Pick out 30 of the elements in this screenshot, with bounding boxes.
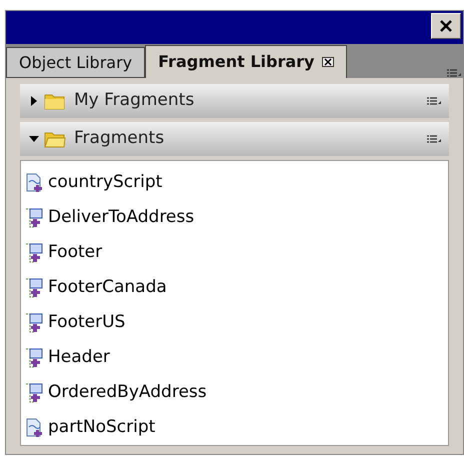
folder-icon <box>44 130 66 148</box>
fragment-icon <box>25 312 45 332</box>
section-title: Fragments <box>74 127 164 150</box>
section-header[interactable]: Fragments <box>20 122 449 156</box>
list-item[interactable]: DeliverToAddress <box>25 200 444 235</box>
menu-icon[interactable] <box>447 69 461 77</box>
script-icon <box>25 172 45 192</box>
list-item[interactable]: Footer <box>25 235 444 270</box>
close-icon <box>440 20 452 32</box>
menu-icon[interactable] <box>427 135 441 143</box>
fragment-icon <box>25 278 45 298</box>
list-item[interactable]: FooterUS <box>25 305 444 340</box>
list-item[interactable]: countryScript <box>25 165 444 200</box>
close-button[interactable] <box>431 13 461 39</box>
fragment-icon <box>25 348 45 368</box>
menu-icon[interactable] <box>427 97 441 105</box>
folder-icon <box>44 92 66 110</box>
section-title: My Fragments <box>74 89 194 112</box>
fragment-icon <box>25 382 45 402</box>
fragment-icon <box>25 208 45 228</box>
script-icon <box>25 418 45 438</box>
tab[interactable]: Object Library <box>6 47 146 78</box>
list-item[interactable]: partNoScript <box>25 410 444 445</box>
fragment-icon <box>25 242 45 262</box>
list-item[interactable]: FooterCanada <box>25 270 444 305</box>
tab[interactable]: Fragment Library <box>145 45 348 78</box>
close-icon[interactable] <box>322 57 334 67</box>
list-item[interactable]: Header <box>25 340 444 375</box>
list-item[interactable]: OrderedByAddress <box>25 375 444 410</box>
section-header[interactable]: My Fragments <box>20 84 449 118</box>
